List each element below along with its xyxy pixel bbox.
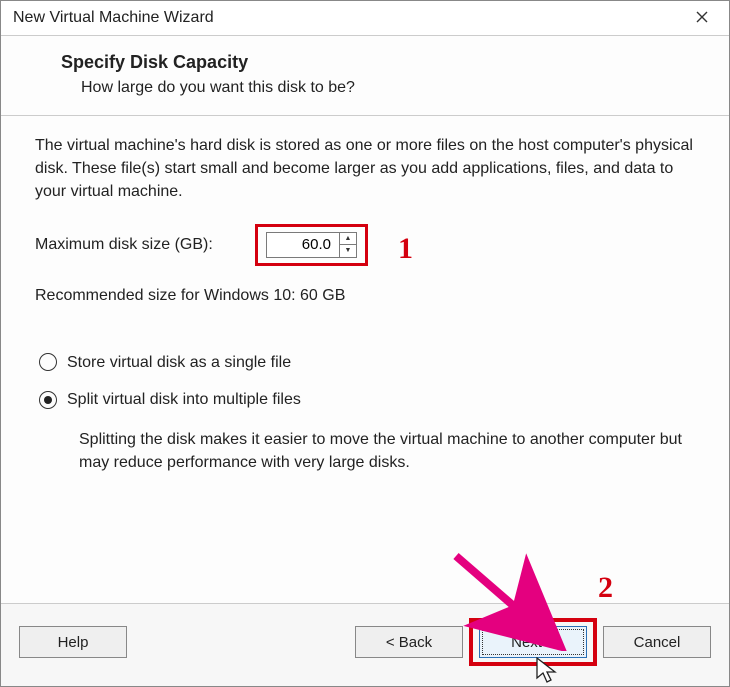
header-pane: Specify Disk Capacity How large do you w…	[1, 36, 729, 116]
disk-size-label: Maximum disk size (GB):	[35, 233, 255, 256]
radio-icon-checked[interactable]	[39, 391, 57, 409]
spinner-arrows[interactable]: ▲ ▼	[339, 233, 356, 257]
window-title: New Virtual Machine Wizard	[13, 9, 214, 27]
radio-split-label: Split virtual disk into multiple files	[67, 388, 301, 411]
close-icon[interactable]	[685, 8, 719, 28]
annotation-box-1: ▲ ▼ 1	[255, 224, 368, 266]
wizard-window: New Virtual Machine Wizard Specify Disk …	[0, 0, 730, 687]
help-button[interactable]: Help	[19, 626, 127, 658]
radio-split-files[interactable]: Split virtual disk into multiple files	[39, 388, 695, 411]
description-text: The virtual machine's hard disk is store…	[35, 134, 695, 204]
radio-single-file[interactable]: Store virtual disk as a single file	[39, 351, 695, 374]
button-bar: Help < Back Next > Cancel	[1, 603, 729, 686]
radio-single-label: Store virtual disk as a single file	[67, 351, 291, 374]
disk-size-spinner[interactable]: ▲ ▼	[266, 232, 357, 258]
cancel-button[interactable]: Cancel	[603, 626, 711, 658]
disk-storage-radio-group: Store virtual disk as a single file Spli…	[35, 351, 695, 474]
page-subheading: How large do you want this disk to be?	[61, 79, 699, 97]
annotation-1: 1	[398, 227, 413, 271]
disk-size-row: Maximum disk size (GB): ▲ ▼ 1	[35, 224, 695, 266]
disk-size-input[interactable]	[267, 233, 339, 257]
next-button[interactable]: Next >	[479, 626, 587, 658]
body-pane: The virtual machine's hard disk is store…	[1, 116, 729, 474]
back-button[interactable]: < Back	[355, 626, 463, 658]
page-heading: Specify Disk Capacity	[61, 52, 699, 73]
annotation-box-2: Next >	[469, 618, 597, 666]
titlebar: New Virtual Machine Wizard	[1, 1, 729, 36]
radio-icon-unchecked[interactable]	[39, 353, 57, 371]
annotation-2: 2	[598, 571, 613, 605]
spinner-down-icon[interactable]: ▼	[340, 245, 356, 257]
spinner-up-icon[interactable]: ▲	[340, 233, 356, 246]
split-description: Splitting the disk makes it easier to mo…	[39, 425, 695, 474]
recommended-size-text: Recommended size for Windows 10: 60 GB	[35, 284, 695, 307]
